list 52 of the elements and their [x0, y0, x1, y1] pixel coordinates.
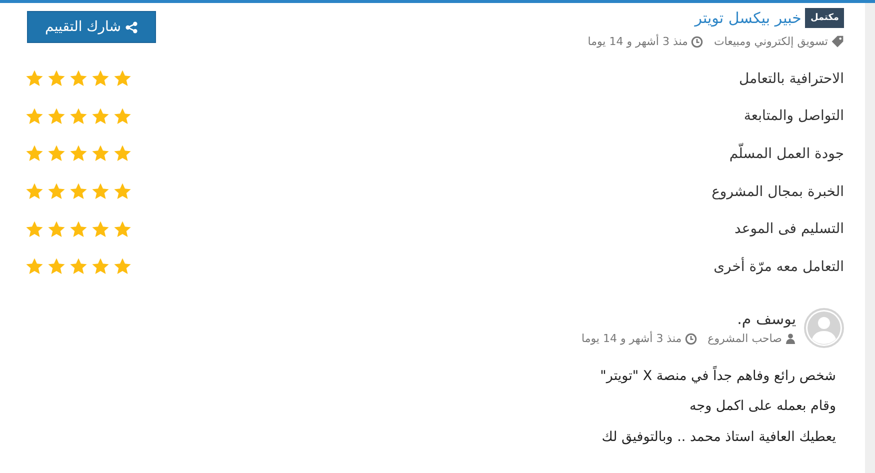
clock-icon	[684, 332, 697, 345]
share-button[interactable]: شارك التقييم	[27, 11, 156, 43]
star-icon	[47, 257, 66, 276]
star-icon	[25, 182, 44, 202]
user-icon	[785, 333, 796, 344]
tag-icon	[831, 35, 844, 48]
share-icon	[124, 20, 138, 34]
star-icon	[69, 182, 88, 202]
reviewer-name: يوسف م.	[736, 310, 796, 328]
rating-label: التعامل معه مرّة أخرى	[714, 258, 844, 275]
role-text: صاحب المشروع	[708, 332, 782, 346]
review-text: وقام بعمله على اكمل وجه	[688, 398, 836, 416]
star-icon	[113, 182, 132, 202]
rating-label: الخبرة بمجال المشروع	[712, 184, 844, 200]
review-text: شخص رائع وفاهم جداً في منصة X "تويتر"	[599, 368, 836, 386]
star-icon	[91, 106, 110, 126]
star-icon	[47, 220, 66, 239]
clock-icon	[690, 36, 703, 48]
star-icon	[25, 257, 44, 276]
category-text: تسويق إلكتروني ومبيعات	[714, 35, 828, 48]
star-icon	[69, 257, 88, 276]
rating-label: التسليم فى الموعد	[734, 221, 844, 238]
star-icon	[69, 220, 88, 239]
star-icon	[47, 106, 66, 126]
star-icon	[91, 69, 110, 88]
review-text: يعطيك العافية استاذ محمد .. وبالتوفيق لك	[600, 428, 836, 447]
star-icon	[91, 182, 110, 202]
star-icon	[47, 182, 66, 202]
star-icon	[25, 144, 44, 164]
star-icon	[69, 144, 88, 164]
star-icon	[113, 144, 132, 164]
star-icon	[113, 69, 132, 88]
status-badge: مكتمل	[805, 8, 844, 28]
star-icon	[25, 106, 44, 126]
star-icon	[113, 257, 132, 276]
time-text: منذ 3 أشهر و 14 يوما	[588, 35, 688, 48]
star-icon	[25, 220, 44, 239]
rating-label: التواصل والمتابعة	[744, 108, 844, 124]
project-title-link[interactable]: خبير بيكسل تويتر	[694, 9, 802, 27]
star-icon	[91, 220, 110, 239]
star-icon	[25, 69, 44, 88]
star-icon	[69, 69, 88, 88]
star-icon	[69, 106, 88, 126]
star-icon	[113, 106, 132, 126]
rating-label: الاحترافية بالتعامل	[738, 70, 844, 87]
star-icon	[47, 69, 66, 88]
time-text: منذ 3 أشهر و 14 يوما	[581, 332, 682, 346]
star-icon	[91, 144, 110, 164]
star-icon	[91, 257, 110, 276]
star-icon	[113, 220, 132, 239]
star-icon	[47, 144, 66, 164]
avatar	[804, 308, 844, 348]
